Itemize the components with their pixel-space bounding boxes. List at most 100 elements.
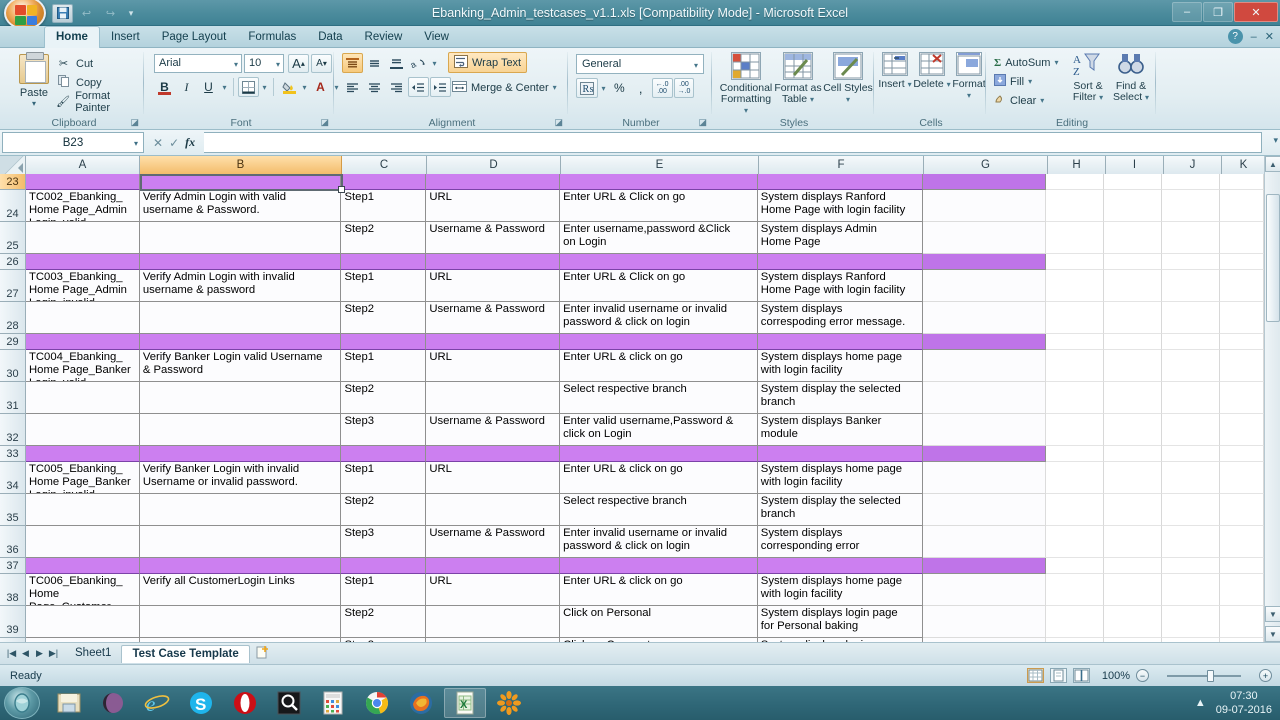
chevron-down-icon[interactable]: ▾	[1099, 93, 1103, 102]
grid-cell[interactable]	[922, 190, 1047, 222]
grid-cell[interactable]: URL	[426, 190, 561, 222]
grid-cell[interactable]	[1162, 558, 1221, 574]
grid-cell[interactable]	[139, 382, 342, 414]
grid-cell[interactable]	[1046, 574, 1105, 606]
row-header[interactable]: 30	[0, 350, 26, 382]
row-header[interactable]: 36	[0, 526, 26, 558]
insert-cells-button[interactable]: Insert ▾	[876, 52, 914, 90]
grid-cell[interactable]	[757, 174, 923, 190]
grid-cell[interactable]	[1162, 414, 1221, 446]
column-header-h[interactable]: H	[1048, 156, 1106, 174]
grid-cell[interactable]: Verify Banker Login valid Username & Pass…	[139, 350, 342, 382]
grid-cell[interactable]	[1162, 446, 1221, 462]
chrome-icon[interactable]	[356, 688, 398, 718]
grid-cell[interactable]	[1104, 446, 1163, 462]
row-header[interactable]: 24	[0, 190, 26, 222]
grid-cell[interactable]	[1104, 382, 1163, 414]
grid-cell[interactable]: Step3	[341, 414, 427, 446]
font-size-combobox[interactable]: 10 ▾	[244, 54, 284, 73]
page-layout-view-button[interactable]	[1050, 668, 1067, 683]
grid-cell[interactable]	[1046, 382, 1105, 414]
row-header[interactable]: 29	[0, 334, 26, 350]
format-cells-button[interactable]: Format ▾	[950, 52, 988, 101]
grid-cell[interactable]: URL	[426, 574, 561, 606]
grid-cell[interactable]: System displays home page with login faci…	[757, 574, 923, 606]
grid-cell[interactable]: Username & Password	[426, 302, 561, 334]
decrease-decimal-button[interactable]: .00 →.0	[673, 78, 695, 98]
delete-cells-button[interactable]: Delete ▾	[913, 52, 951, 90]
zoom-in-button[interactable]: +	[1259, 669, 1272, 682]
merge-center-button[interactable]: Merge & Center ▾	[448, 77, 561, 98]
grid-cell[interactable]	[1046, 494, 1105, 526]
help-icon[interactable]: ?	[1227, 29, 1243, 44]
row-header[interactable]: 34	[0, 462, 26, 494]
grid-cell[interactable]	[1046, 302, 1105, 334]
chevron-down-icon[interactable]: ▾	[1040, 96, 1044, 105]
grid-cell[interactable]	[1162, 350, 1221, 382]
align-left-button[interactable]	[342, 77, 363, 97]
grid-cell[interactable]	[1162, 302, 1221, 334]
grid-cell[interactable]	[1220, 174, 1264, 190]
grid-cell[interactable]	[757, 334, 923, 350]
grid-cell[interactable]	[1046, 446, 1105, 462]
excel-icon[interactable]: X	[444, 688, 486, 718]
decrease-indent-button[interactable]	[408, 77, 429, 97]
grid-cell[interactable]	[1046, 462, 1105, 494]
grid-cell[interactable]: Step2	[341, 382, 427, 414]
comma-style-button[interactable]: ,	[631, 78, 651, 98]
column-header-g[interactable]: G	[924, 156, 1048, 174]
grid-cell[interactable]	[341, 446, 427, 462]
align-top-button[interactable]	[342, 53, 363, 73]
row-header[interactable]: 25	[0, 222, 26, 254]
underline-dropdown-icon[interactable]: ▾	[220, 77, 229, 97]
grid-cell[interactable]	[1104, 462, 1163, 494]
grid-cell[interactable]	[1162, 334, 1221, 350]
grid-cell[interactable]	[1104, 190, 1163, 222]
clear-button[interactable]: Clear ▾	[994, 91, 1058, 110]
grid-cell[interactable]: Step2	[341, 222, 427, 254]
close-workbook-icon[interactable]: ✕	[1265, 30, 1274, 43]
tab-review[interactable]: Review	[354, 26, 414, 48]
grid-cell[interactable]	[922, 302, 1047, 334]
grid-cell[interactable]: Step1	[341, 270, 427, 302]
grid-cell[interactable]	[1162, 222, 1221, 254]
row-header[interactable]: 23	[0, 174, 26, 190]
firefox-icon[interactable]	[400, 688, 442, 718]
grid-cell[interactable]: Click on Personal	[560, 606, 758, 638]
accounting-format-button[interactable]: ₨	[576, 78, 598, 98]
grid-cell[interactable]	[1104, 334, 1163, 350]
grid-cell[interactable]	[1220, 494, 1264, 526]
column-header-f[interactable]: F	[759, 156, 924, 174]
maximize-button[interactable]: ❐	[1203, 2, 1233, 22]
grid-cell[interactable]	[1220, 526, 1264, 558]
scroll-page-down-icon[interactable]: ▼	[1265, 626, 1280, 642]
orientation-dropdown-icon[interactable]: ▾	[430, 53, 439, 73]
grid-cell[interactable]	[922, 334, 1047, 350]
grid-cell[interactable]	[1104, 414, 1163, 446]
paste-dropdown-icon[interactable]: ▾	[12, 99, 56, 108]
grid-cell[interactable]	[1104, 350, 1163, 382]
borders-dropdown-icon[interactable]: ▾	[260, 77, 269, 97]
grid-cell[interactable]: Enter URL & Click on go	[560, 270, 758, 302]
moon-player-icon[interactable]	[92, 688, 134, 718]
tab-data[interactable]: Data	[307, 26, 353, 48]
first-sheet-icon[interactable]: |◀	[5, 648, 18, 659]
minimize-ribbon-icon[interactable]: –	[1251, 31, 1257, 43]
grid-cell[interactable]	[922, 254, 1047, 270]
grid-cell[interactable]	[341, 174, 427, 190]
orientation-button[interactable]: a	[408, 53, 429, 73]
tab-view[interactable]: View	[413, 26, 460, 48]
grid-cell[interactable]	[1220, 270, 1264, 302]
grid-cell[interactable]	[26, 222, 140, 254]
grid-cell[interactable]	[426, 446, 561, 462]
grid-cell[interactable]: Select respective branch	[560, 382, 758, 414]
grid-cell[interactable]	[139, 254, 342, 270]
grid-cell[interactable]	[560, 446, 758, 462]
row-header[interactable]: 33	[0, 446, 26, 462]
font-name-combobox[interactable]: Arial ▾	[154, 54, 242, 73]
align-middle-button[interactable]	[364, 53, 385, 73]
grid-cell[interactable]	[426, 382, 561, 414]
select-all-button[interactable]	[0, 156, 26, 174]
increase-font-size-button[interactable]: A ▴	[288, 54, 309, 73]
grid-cell[interactable]	[341, 558, 427, 574]
